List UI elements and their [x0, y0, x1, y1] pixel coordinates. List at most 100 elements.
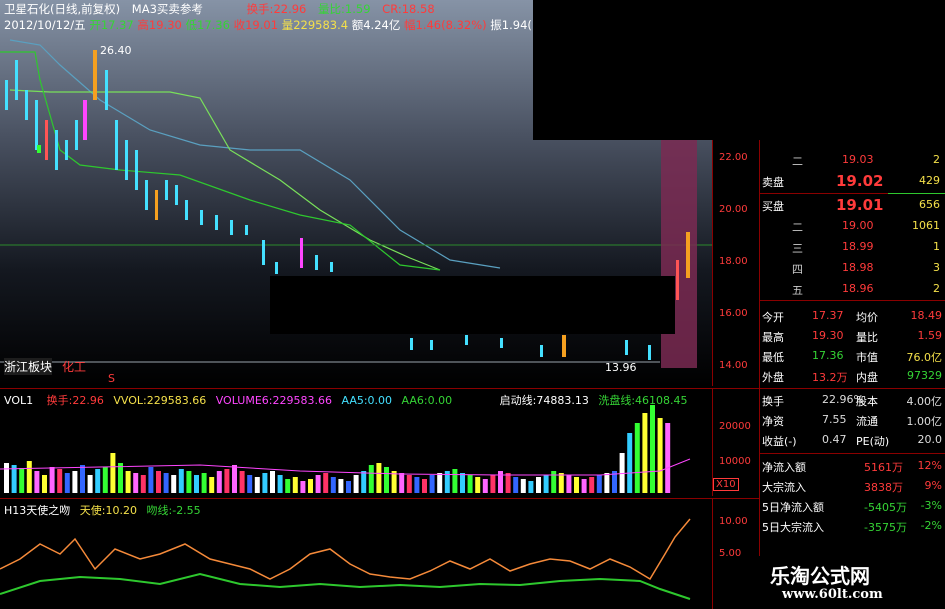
- volume-bar: [520, 479, 526, 493]
- candle: [245, 225, 248, 235]
- candle: [686, 232, 690, 278]
- volume-bar: [315, 475, 321, 493]
- indicator-pane[interactable]: H13天使之吻 天使:10.20 吻线:-2.55: [0, 498, 712, 609]
- ma-line-mid: [9, 89, 441, 271]
- stat-value: 20.0: [917, 433, 943, 446]
- vol-tick: 20000: [719, 421, 751, 432]
- sector-badge[interactable]: 浙江板块: [4, 358, 53, 375]
- volume-bar: [642, 413, 648, 493]
- candle: [155, 190, 158, 220]
- volume-bar: [498, 471, 503, 493]
- stat-row[interactable]: 最低 17.36 市值 76.0亿: [760, 346, 945, 366]
- bid-vol: 3: [933, 261, 940, 274]
- volume-bars-svg: [0, 405, 691, 493]
- volume-pane[interactable]: VOL1 换手:22.96 VVOL:229583.66 VOLUME6:229…: [0, 388, 712, 496]
- volume-bar: [558, 473, 564, 493]
- volume-bar: [239, 471, 245, 493]
- candle: [37, 145, 41, 153]
- watermark-url: www.60lt.com: [782, 587, 883, 602]
- bid-row[interactable]: 二 19.00 1061: [760, 216, 945, 236]
- volume-bar: [42, 475, 47, 493]
- bid-price: 18.99: [842, 240, 874, 253]
- ask-row[interactable]: 二 19.03 2: [760, 150, 945, 170]
- bid-row[interactable]: 三 18.99 1: [760, 237, 945, 257]
- volume-bar: [171, 475, 177, 493]
- candle: [145, 180, 148, 210]
- candle: [15, 60, 18, 100]
- candle: [35, 100, 38, 150]
- ma-line-long: [9, 39, 501, 269]
- ma-line-short: [0, 51, 441, 271]
- stat-row[interactable]: 换手 22.96% 股本 4.00亿: [760, 390, 945, 410]
- volume-bar: [209, 477, 215, 493]
- candle: [230, 220, 233, 235]
- candle: [83, 100, 87, 140]
- stat-value: 0.47: [822, 433, 847, 446]
- price-tick: 22.00: [719, 152, 748, 163]
- volume-bar: [49, 467, 55, 493]
- volume-bar: [604, 473, 610, 493]
- volume-bar: [300, 481, 306, 493]
- volume-bar: [110, 453, 116, 493]
- flow-row[interactable]: 5日大宗流入 -3575万 -2%: [760, 516, 945, 536]
- flow-value: 5161万: [864, 461, 903, 474]
- flow-row[interactable]: 5日净流入额 -5405万 -3%: [760, 496, 945, 516]
- volume-bar: [414, 477, 420, 493]
- volume-bar: [536, 477, 541, 493]
- candle: [200, 210, 203, 225]
- stat-row[interactable]: 今开 17.37 均价 18.49: [760, 306, 945, 326]
- volume-bar: [133, 473, 139, 493]
- stat-row[interactable]: 最高 19.30 量比 1.59: [760, 326, 945, 346]
- bid-vol: 1: [933, 240, 940, 253]
- ask-level: 二: [792, 155, 803, 168]
- candle: [540, 345, 543, 357]
- ask-row[interactable]: 卖盘 19.02 429: [760, 171, 945, 191]
- stat-row[interactable]: 净资 7.55 流通 1.00亿: [760, 410, 945, 430]
- volume-bar: [505, 473, 511, 493]
- candle: [275, 262, 278, 274]
- volume-bar: [346, 481, 351, 493]
- volume-bar: [148, 467, 154, 493]
- bid-ask-divider: [760, 193, 888, 194]
- candle: [45, 120, 48, 160]
- bid-row[interactable]: 买盘 19.01 656: [760, 195, 945, 215]
- ask-vol: 2: [933, 153, 940, 166]
- volume-bar: [285, 479, 291, 493]
- volume-bar: [186, 471, 192, 493]
- flow-row[interactable]: 大宗流入 3838万 9%: [760, 476, 945, 496]
- vol-tick: 10000: [719, 456, 751, 467]
- stat-row[interactable]: 收益(-) 0.47 PE(动) 20.0: [760, 430, 945, 450]
- volume-bar: [581, 479, 587, 493]
- volume-bar: [634, 423, 640, 493]
- volume-bar: [353, 475, 359, 493]
- volume-bar: [399, 473, 405, 493]
- bid-level: 四: [792, 263, 803, 276]
- volume-bar: [574, 477, 579, 493]
- bid-price: 19.00: [842, 219, 874, 232]
- ask-price: 19.03: [842, 153, 874, 166]
- stat-label: 流通: [856, 415, 878, 428]
- flow-label: 5日大宗流入: [762, 521, 824, 534]
- volume-bar: [384, 467, 389, 493]
- flow-pct: 12%: [917, 459, 942, 472]
- stat-row[interactable]: 外盘 13.2万 内盘 97329: [760, 366, 945, 386]
- volume-bar: [490, 475, 496, 493]
- redacted-area-mid: [270, 276, 675, 334]
- volume-bar: [429, 475, 435, 493]
- volume-bar: [292, 477, 298, 493]
- bid-price: 19.01: [836, 196, 884, 214]
- volume-axis: 20000 10000 X10: [712, 388, 759, 496]
- bid-level: 二: [792, 221, 803, 234]
- candle: [465, 335, 468, 345]
- bid-row[interactable]: 四 18.98 3: [760, 258, 945, 278]
- volume-bar: [551, 471, 557, 493]
- stat-label: 股本: [856, 395, 878, 408]
- stat-value: 18.49: [910, 309, 943, 322]
- volume-bar: [627, 433, 633, 493]
- volume-bar: [330, 477, 336, 493]
- bid-row[interactable]: 五 18.96 2: [760, 279, 945, 299]
- flow-row[interactable]: 净流入额 5161万 12%: [760, 456, 945, 476]
- ind-tick: 10.00: [719, 516, 748, 527]
- volume-bar: [460, 473, 465, 493]
- volume-bar: [528, 481, 534, 493]
